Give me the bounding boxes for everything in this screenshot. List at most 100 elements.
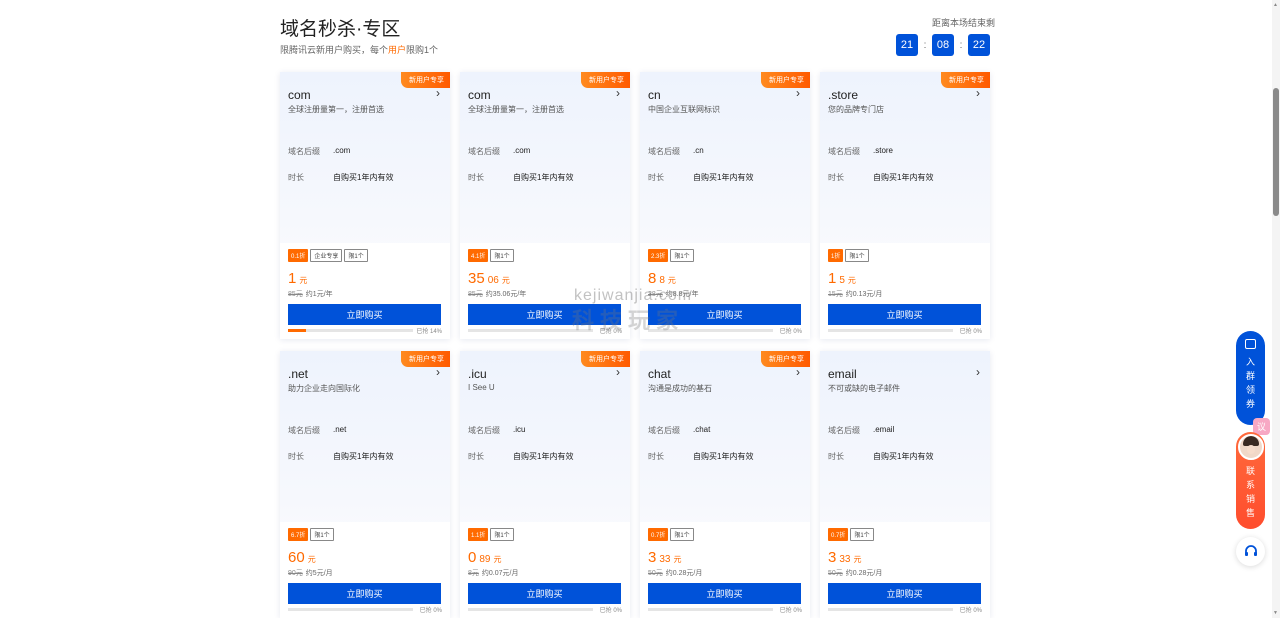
new-user-badge: 新用户专享 [761, 72, 810, 88]
original-price: 85元 [468, 291, 483, 298]
buy-now-button[interactable]: 立即购买 [648, 583, 801, 604]
chevron-right-icon[interactable]: › [616, 86, 620, 100]
original-price-row: 15元 约0.13元/月 [828, 289, 882, 299]
price: 3 33 元 [648, 549, 681, 566]
suffix-key: 域名后缀 [828, 426, 860, 435]
tag-row: 6.7折 限1个 [288, 528, 334, 541]
domain-card[interactable]: 新用户专享 com › 全球注册量第一，注册首选 域名后缀 .com 时长 自购买… [280, 72, 450, 339]
scroll-down-icon[interactable]: ▼ [1273, 610, 1278, 616]
tag-row: 1折 限1个 [828, 249, 869, 262]
price-integer: 3 [828, 549, 837, 566]
domain-description: 不可或缺的电子邮件 [828, 384, 900, 393]
price-integer: 60 [288, 549, 305, 566]
chevron-right-icon[interactable]: › [976, 365, 980, 379]
contact-sales-char: 销 [1245, 494, 1255, 504]
tag-row: 0.7折 限1个 [648, 528, 694, 541]
discount-tag: 4.1折 [468, 249, 489, 262]
buy-now-button[interactable]: 立即购买 [288, 583, 441, 604]
chevron-right-icon[interactable]: › [616, 365, 620, 379]
scroll-up-icon[interactable]: ▲ [1273, 2, 1278, 8]
chevron-right-icon[interactable]: › [796, 86, 800, 100]
join-group-coupon-button[interactable]: 入 群 领 券 [1236, 331, 1265, 425]
chevron-right-icon[interactable]: › [976, 86, 980, 100]
domain-card[interactable]: 新用户专享 chat › 沟通是成功的基石 域名后缀 .chat 时长 自购买1年… [640, 351, 810, 618]
tag-row: 4.1折 限1个 [468, 249, 514, 262]
suffix-row: 域名后缀 .email [828, 425, 894, 436]
chevron-right-icon[interactable]: › [436, 86, 440, 100]
duration-value: 自购买1年内有效 [693, 173, 754, 182]
domain-description: 中国企业互联网标识 [648, 105, 720, 114]
new-user-badge: 新用户专享 [401, 72, 450, 88]
contact-sales-button[interactable]: 联 系 销 售 [1236, 432, 1265, 529]
unit-price: 约0.28元/月 [665, 570, 703, 577]
buy-now-button[interactable]: 立即购买 [828, 304, 981, 325]
join-group-char: 券 [1245, 399, 1255, 409]
price-decimal: 33 [659, 554, 671, 565]
buy-now-button[interactable]: 立即购买 [288, 304, 441, 325]
customer-service-button[interactable] [1236, 537, 1265, 566]
limit-tag: 限1个 [310, 528, 334, 541]
original-price-row: 85元 约35.06元/年 [468, 289, 526, 299]
duration-row: 时长 自购买1年内有效 [468, 172, 573, 183]
sold-percent: 已抢 0% [419, 608, 442, 614]
page-scrollbar[interactable]: ▲ ▼ [1272, 0, 1280, 618]
domain-name: chat [648, 367, 671, 381]
price: 1 元 [288, 270, 307, 287]
original-price-row: 90元 约5元/月 [288, 568, 333, 578]
countdown-separator: : [959, 39, 963, 51]
buy-now-button[interactable]: 立即购买 [468, 583, 621, 604]
suffix-key: 域名后缀 [468, 426, 500, 435]
discount-tag: 0.7折 [648, 528, 669, 541]
duration-row: 时长 自购买1年内有效 [288, 172, 393, 183]
suffix-key: 域名后缀 [288, 147, 320, 156]
join-group-char: 群 [1245, 371, 1255, 381]
scrollbar-thumb[interactable] [1273, 88, 1279, 216]
chevron-right-icon[interactable]: › [436, 365, 440, 379]
domain-description: 沟通是成功的基石 [648, 384, 712, 393]
buy-now-button[interactable]: 立即购买 [828, 583, 981, 604]
price-decimal: 89 [479, 554, 491, 565]
price-unit: 元 [847, 276, 856, 285]
suffix-value: .chat [693, 425, 711, 434]
duration-key: 时长 [828, 452, 844, 461]
duration-row: 时长 自购买1年内有效 [828, 451, 933, 462]
countdown-separator: : [923, 39, 927, 51]
domain-name: .icu [468, 367, 487, 381]
original-price: 50元 [828, 570, 843, 577]
original-price-row: 85元 约1元/年 [288, 289, 333, 299]
contact-sales-label: 联 系 销 售 [1246, 464, 1255, 520]
limit-tag: 限1个 [845, 249, 869, 262]
card-purchase-area: 6.7折 限1个 60 元 90元 约5元/月 立即购买 已抢 0% [280, 522, 450, 618]
domain-card[interactable]: email › 不可或缺的电子邮件 域名后缀 .email 时长 自购买1年内有… [820, 351, 990, 618]
price-integer: 8 [648, 270, 657, 287]
domain-card[interactable]: 新用户专享 .store › 您的品牌专门店 域名后缀 .store 时长 自购买… [820, 72, 990, 339]
new-user-badge: 新用户专享 [761, 351, 810, 367]
chevron-right-icon[interactable]: › [796, 365, 800, 379]
duration-row: 时长 自购买1年内有效 [648, 451, 753, 462]
card-purchase-area: 0.1折 企业专享 限1个 1 元 85元 约1元/年 立即购买 已抢 14% [280, 243, 450, 339]
price-integer: 35 [468, 270, 485, 287]
duration-value: 自购买1年内有效 [513, 452, 574, 461]
countdown-label: 距离本场结束剩 [932, 18, 996, 28]
price-integer: 3 [648, 549, 657, 566]
sold-percent: 已抢 14% [416, 329, 442, 335]
price-integer: 0 [468, 549, 477, 566]
domain-card[interactable]: 新用户专享 .net › 助力企业走向国际化 域名后缀 .net 时长 自购买1年… [280, 351, 450, 618]
unit-price: 约0.07元/月 [481, 570, 519, 577]
sold-progress-bar [288, 329, 413, 332]
discount-tag: 0.1折 [288, 249, 309, 262]
price: 60 元 [288, 549, 316, 566]
original-price-row: 8元 约0.07元/月 [468, 568, 518, 578]
price-decimal: 33 [839, 554, 851, 565]
domain-card[interactable]: 新用户专享 .icu › I See U 域名后缀 .icu 时长 自购买1年内有… [460, 351, 630, 618]
new-user-badge: 新用户专享 [941, 72, 990, 88]
price-integer: 1 [828, 270, 837, 287]
unit-price: 约0.28元/月 [845, 570, 883, 577]
duration-row: 时长 自购买1年内有效 [468, 451, 573, 462]
limit-tag: 限1个 [670, 249, 694, 262]
duration-row: 时长 自购买1年内有效 [828, 172, 933, 183]
contact-sales-char: 售 [1245, 508, 1255, 518]
card-purchase-area: 1.1折 限1个 0 89 元 8元 约0.07元/月 立即购买 已抢 0% [460, 522, 630, 618]
duration-value: 自购买1年内有效 [873, 173, 934, 182]
original-price-row: 50元 约0.28元/月 [828, 568, 882, 578]
